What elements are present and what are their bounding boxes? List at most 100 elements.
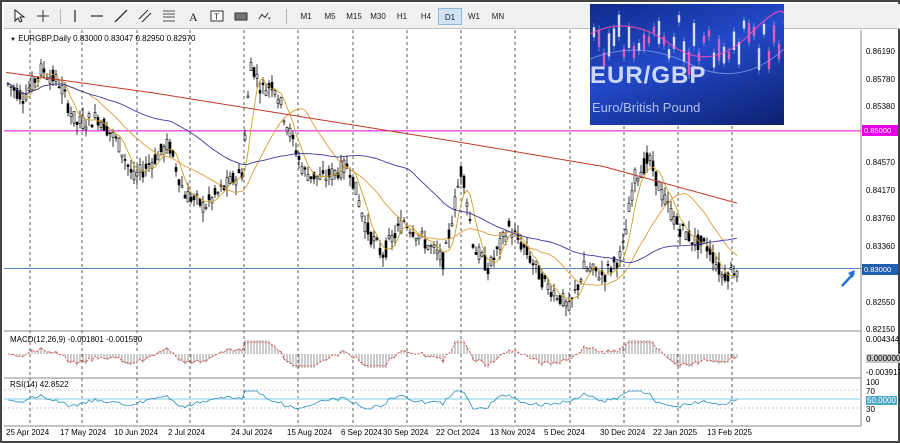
candle-body: [171, 150, 175, 157]
fibonacci-icon[interactable]: [162, 9, 176, 23]
candle-body: [192, 195, 196, 201]
candle-body: [123, 159, 127, 161]
candle-body: [132, 170, 136, 181]
timeframe-w1[interactable]: W1: [462, 8, 486, 25]
candle-body: [663, 194, 667, 205]
resistance-price-box: 0.85000: [862, 125, 898, 136]
candle-body: [237, 169, 241, 174]
candle-body: [75, 121, 79, 126]
candle-body: [81, 116, 85, 129]
vertical-line-icon[interactable]: [68, 9, 82, 23]
timeframe-mn[interactable]: MN: [486, 8, 510, 25]
candle-body: [717, 261, 721, 275]
candle-body: [177, 179, 181, 186]
rsi-label: RSI(14) 42.8522: [10, 380, 69, 389]
macd-histogram: [7, 340, 738, 368]
candle-body: [297, 156, 301, 160]
candle-body: [678, 229, 682, 237]
candle-body: [498, 238, 502, 250]
candle-body: [255, 73, 259, 79]
candle-body: [414, 238, 418, 241]
price-tick-label: 0.84570: [866, 158, 895, 167]
text-icon[interactable]: A: [186, 9, 200, 23]
rsi-tick-label: 100: [866, 378, 880, 387]
candle-body: [456, 185, 460, 188]
candle-body: [195, 193, 199, 196]
macd-tick-label: 0.004344: [866, 335, 900, 344]
candle-body: [561, 293, 565, 306]
timeframe-m30[interactable]: M30: [366, 8, 390, 25]
candle-body: [309, 176, 313, 179]
rectangle-icon[interactable]: [234, 9, 248, 23]
candle-body: [285, 127, 289, 132]
timeframe-m1[interactable]: M1: [294, 8, 318, 25]
candle-body: [492, 257, 496, 260]
candle-body: [288, 127, 292, 138]
candle-body: [57, 86, 61, 89]
candle-body: [435, 249, 439, 254]
time-tick-label: 30 Sep 2024: [383, 428, 429, 437]
candle-body: [393, 233, 397, 239]
candle-body: [429, 245, 433, 247]
candle-body: [231, 172, 235, 183]
candle-body: [39, 63, 43, 76]
candle-body: [606, 264, 610, 266]
candle-body: [411, 232, 415, 237]
candle-body: [378, 248, 382, 256]
timeframe-h1[interactable]: H1: [390, 8, 414, 25]
candle-body: [672, 216, 676, 225]
candle-body: [714, 264, 718, 270]
candle-body: [480, 252, 484, 257]
candle-body: [36, 77, 40, 79]
candle-body: [279, 97, 283, 106]
candle-body: [468, 219, 472, 221]
equidistant-channel-icon[interactable]: [138, 9, 152, 23]
collapse-arrow-icon[interactable]: ▼: [10, 37, 16, 43]
candle-body: [675, 216, 679, 225]
timeframe-m15[interactable]: M15: [342, 8, 366, 25]
candle-body: [528, 255, 532, 263]
candle-body: [627, 202, 631, 212]
candle-body: [300, 166, 304, 174]
candle-body: [93, 112, 97, 118]
candle-body: [315, 175, 319, 179]
price-tick-label: 0.83360: [866, 242, 895, 251]
timeframe-d1[interactable]: D1: [438, 8, 462, 25]
chart-window: A T M1 M5 M15 M30 H1 H4 D1 W1 MN EUR/GBP Euro/Br…: [0, 0, 900, 443]
candle-body: [228, 175, 232, 184]
candle-body: [450, 223, 454, 227]
horizontal-line-icon[interactable]: [90, 9, 104, 23]
candle-body: [213, 188, 217, 195]
candle-body: [165, 139, 169, 151]
candle-body: [417, 235, 421, 240]
candle-body: [183, 194, 187, 199]
candle-body: [159, 143, 163, 153]
timeframe-h4[interactable]: H4: [414, 8, 438, 25]
price-tick-label: 0.84170: [866, 186, 895, 195]
trendline-icon[interactable]: [114, 9, 128, 23]
time-tick-label: 5 Dec 2024: [544, 428, 585, 437]
timeframe-m5[interactable]: M5: [318, 8, 342, 25]
candle-body: [483, 254, 487, 271]
price-tick-label: 0.85380: [866, 102, 895, 111]
candle-body: [360, 212, 364, 218]
candle-body: [702, 238, 706, 242]
price-tick-label: 0.83760: [866, 214, 895, 223]
candle-body: [135, 172, 139, 177]
macd-signal-line: [7, 341, 738, 367]
arrows-icon[interactable]: [258, 9, 272, 23]
candle-body: [180, 185, 184, 188]
crosshair-icon[interactable]: [36, 9, 50, 23]
banner-title: EUR/GBP: [590, 62, 707, 89]
time-tick-label: 30 Dec 2024: [600, 428, 646, 437]
rsi-tick-label: 0: [866, 415, 871, 424]
candle-body: [87, 113, 91, 118]
price-tick-label: 0.85780: [866, 75, 895, 84]
candle-body: [321, 170, 325, 174]
text-label-icon[interactable]: T: [210, 9, 224, 23]
candle-body: [462, 175, 466, 188]
chart-symbol-info: EURGBP,Daily 0.83000 0.83047 0.82950 0.8…: [18, 34, 196, 43]
candle-body: [252, 67, 256, 77]
cursor-icon[interactable]: [12, 9, 26, 23]
candle-body: [531, 263, 535, 266]
